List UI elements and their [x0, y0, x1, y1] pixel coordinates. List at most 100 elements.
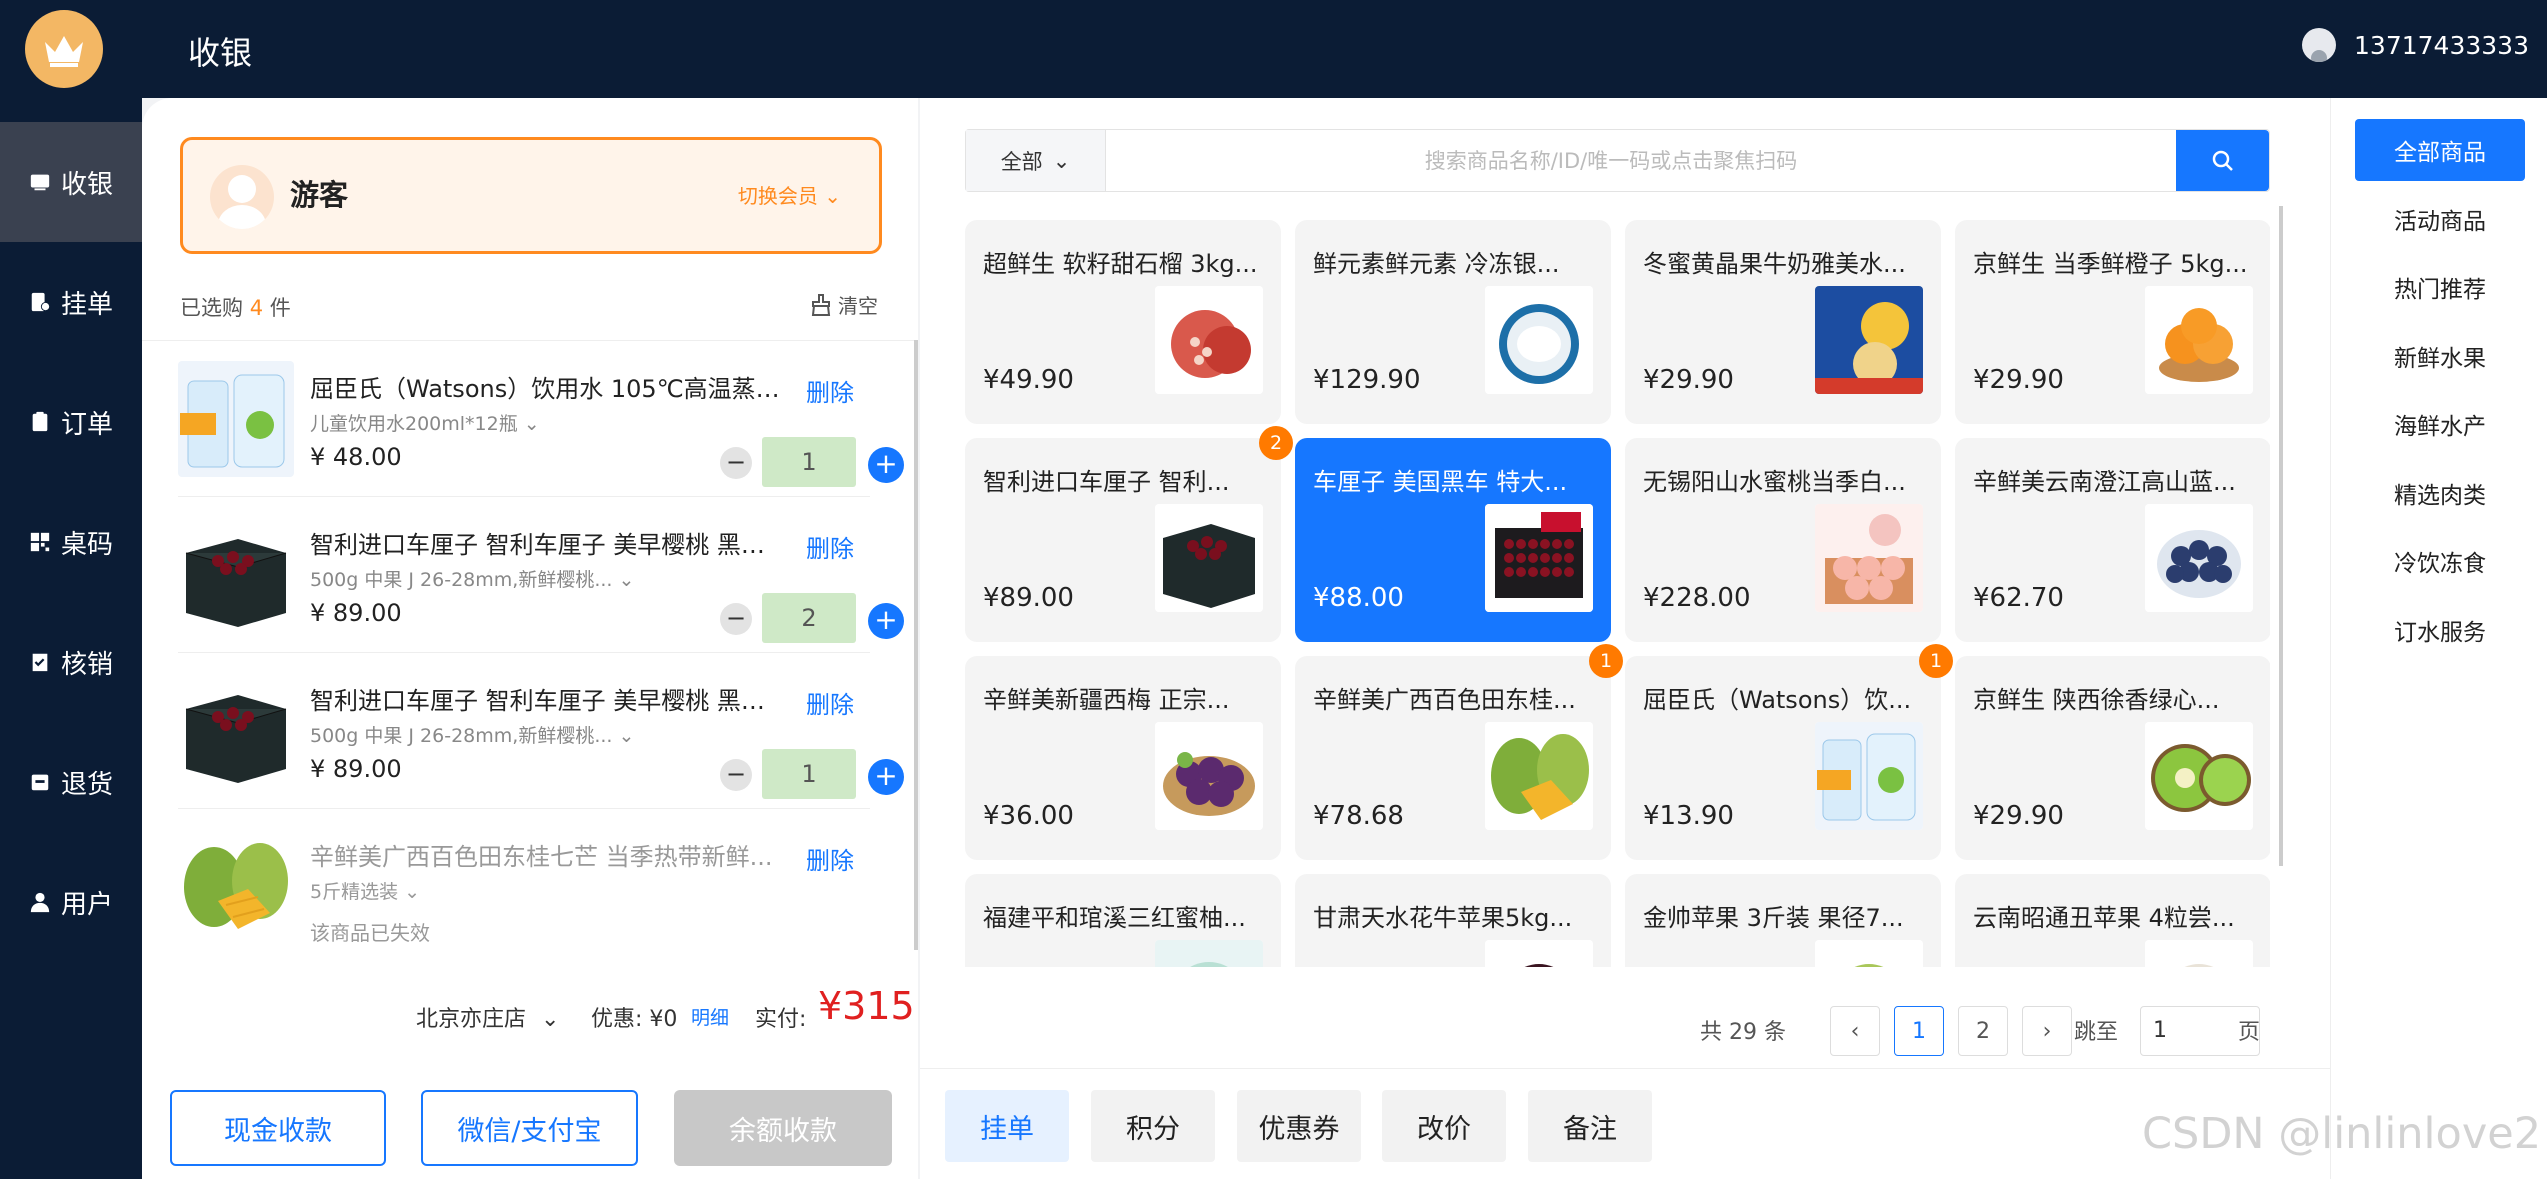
search-bar[interactable]: 全部 ⌄	[965, 129, 2270, 192]
cart-item-spec[interactable]: 儿童饮用水200ml*12瓶 ⌄	[310, 409, 540, 436]
product-title: 超鲜生 软籽甜石榴 3kg...	[983, 250, 1258, 278]
page-button-2[interactable]: 2	[1958, 1006, 2008, 1056]
spec-text: 儿童饮用水200ml*12瓶	[310, 413, 518, 435]
chevron-down-icon: ⌄	[618, 725, 635, 747]
qty-input[interactable]: 2	[762, 593, 856, 643]
switch-member-link[interactable]: 切换会员 ⌄	[738, 180, 841, 209]
sidebar-item-table-code[interactable]: 桌码	[0, 482, 142, 602]
category-all[interactable]: 全部商品	[2355, 119, 2525, 181]
product-card[interactable]: 京鲜生 当季鲜橙子 5kg... ¥29.90	[1955, 220, 2270, 424]
points-button[interactable]: 积分	[1091, 1090, 1215, 1162]
cart-item-spec[interactable]: 500g 中果 J 26-28mm,新鲜樱桃... ⌄	[310, 721, 634, 748]
cart-item[interactable]: 智利进口车厘子 智利车厘子 美早樱桃 黑珍... 500g 中果 J 26-28…	[178, 653, 904, 809]
product-card[interactable]: 无锡阳山水蜜桃当季白... ¥228.00	[1625, 438, 1941, 642]
chevron-down-icon: ⌄	[404, 881, 421, 903]
store-name: 北京亦庄店	[416, 1007, 527, 1032]
product-price: ¥49.90	[983, 365, 1074, 395]
qty-plus-button[interactable]: +	[868, 759, 904, 795]
product-card[interactable]: 冬蜜黄晶果牛奶雅美水... ¥29.90	[1625, 220, 1941, 424]
sidebar-item-cashier[interactable]: 收银	[0, 122, 142, 242]
product-card[interactable]: 金帅苹果 3斤装 果径7...	[1625, 874, 1941, 967]
category-fruit[interactable]: 新鲜水果	[2355, 325, 2525, 387]
note-button[interactable]: 备注	[1528, 1090, 1652, 1162]
qty-plus-button[interactable]: +	[868, 603, 904, 639]
discount-detail-link[interactable]: 明细	[691, 1003, 729, 1030]
clear-cart-button[interactable]: 清空	[810, 290, 878, 319]
product-price: ¥78.68	[1313, 801, 1404, 831]
store-select[interactable]: 北京亦庄店 ⌄	[416, 1001, 559, 1033]
category-seafood[interactable]: 海鲜水产	[2355, 393, 2525, 455]
member-card[interactable]: 游客 切换会员 ⌄	[180, 137, 882, 254]
discount-amount: 优惠: ¥0	[591, 1007, 678, 1032]
product-card[interactable]: 辛鲜美云南澄江高山蓝... ¥62.70	[1955, 438, 2270, 642]
user-avatar[interactable]	[2302, 28, 2337, 62]
switch-member-label: 切换会员	[737, 184, 818, 208]
pagination-total: 共 29 条	[1700, 1020, 1786, 1045]
cart-item[interactable]: 智利进口车厘子 智利车厘子 美早樱桃 黑珍... 500g 中果 J 26-28…	[178, 497, 904, 653]
category-water[interactable]: 订水服务	[2355, 599, 2525, 661]
crown-logo-icon	[25, 10, 103, 88]
order-icon	[32, 411, 48, 432]
sidebar-item-verify[interactable]: 核销	[0, 602, 142, 722]
search-category-select[interactable]: 全部 ⌄	[966, 130, 1106, 191]
category-frozen[interactable]: 冷饮冻食	[2355, 530, 2525, 592]
category-meat[interactable]: 精选肉类	[2355, 462, 2525, 524]
product-card[interactable]: 辛鲜美广西百色田东桂... ¥78.68	[1295, 656, 1611, 860]
user-info[interactable]: 13717433333	[2302, 28, 2529, 62]
qty-input[interactable]: 1	[762, 749, 856, 799]
cart-item-price: ¥ 89.00	[310, 755, 402, 783]
member-name: 游客	[290, 178, 349, 212]
delete-button[interactable]: 删除	[806, 529, 854, 564]
cash-payment-button[interactable]: 现金收款	[170, 1090, 386, 1166]
wechat-alipay-button[interactable]: 微信/支付宝	[421, 1090, 638, 1166]
cart-scrollbar[interactable]	[914, 340, 918, 950]
qty-minus-button[interactable]: −	[720, 603, 752, 635]
delete-button[interactable]: 删除	[806, 373, 854, 408]
cart-item-spec[interactable]: 5斤精选装 ⌄	[310, 877, 420, 904]
delete-button[interactable]: 删除	[806, 841, 854, 876]
sidebar-item-label: 收银	[60, 169, 113, 200]
sidebar-item-users[interactable]: 用户	[0, 842, 142, 962]
product-card[interactable]: 甘肃天水花牛苹果5kg...	[1295, 874, 1611, 967]
category-activity[interactable]: 活动商品	[2355, 188, 2525, 250]
product-price: ¥62.70	[1973, 583, 2064, 613]
product-card[interactable]: 超鲜生 软籽甜石榴 3kg... ¥49.90	[965, 220, 1281, 424]
product-card[interactable]: 智利进口车厘子 智利... ¥89.00	[965, 438, 1281, 642]
qty-input[interactable]: 1	[762, 437, 856, 487]
sidebar-item-label: 桌码	[60, 529, 113, 560]
cart-item[interactable]: 辛鲜美广西百色田东桂七芒 当季热带新鲜... 5斤精选装 ⌄ 该商品已失效 删除	[178, 809, 870, 950]
product-card[interactable]: 辛鲜美新疆西梅 正宗... ¥36.00	[965, 656, 1281, 860]
delete-button[interactable]: 删除	[806, 685, 854, 720]
qty-minus-button[interactable]: −	[720, 759, 752, 791]
sidebar-item-return[interactable]: 退货	[0, 722, 142, 842]
cart-item-price: ¥ 48.00	[310, 443, 402, 471]
prev-page-button[interactable]: ‹	[1830, 1006, 1880, 1056]
sidebar-item-hold[interactable]: 挂单	[0, 242, 142, 362]
qty-plus-button[interactable]: +	[868, 447, 904, 483]
hold-order-button[interactable]: 挂单	[945, 1090, 1069, 1162]
product-title: 云南昭通丑苹果 4粒尝...	[1973, 904, 2235, 932]
product-grid[interactable]: 超鲜生 软籽甜石榴 3kg... ¥49.90 鲜元素鲜元素 冷冻银... ¥1…	[965, 220, 2270, 967]
product-card[interactable]: 福建平和琯溪三红蜜柚...	[965, 874, 1281, 967]
qty-minus-button[interactable]: −	[720, 447, 752, 479]
next-page-button[interactable]: ›	[2022, 1006, 2072, 1056]
search-button[interactable]	[2176, 130, 2269, 191]
page-button-1[interactable]: 1	[1894, 1006, 1944, 1056]
cart-item[interactable]: 屈臣氏（Watsons）饮用水 105℃高温蒸馏... 儿童饮用水200ml*1…	[178, 341, 904, 497]
sidebar-item-orders[interactable]: 订单	[0, 362, 142, 482]
search-input[interactable]	[1116, 130, 2106, 191]
product-card[interactable]: 京鲜生 陕西徐香绿心... ¥29.90	[1955, 656, 2270, 860]
product-scrollbar[interactable]	[2279, 206, 2283, 866]
product-card[interactable]: 车厘子 美国黑车 特大... ¥88.00	[1295, 438, 1611, 642]
product-card[interactable]: 云南昭通丑苹果 4粒尝...	[1955, 874, 2270, 967]
selected-count-label: 已选购 4 件	[180, 292, 291, 322]
product-card[interactable]: 鲜元素鲜元素 冷冻银... ¥129.90	[1295, 220, 1611, 424]
page-title: 收银	[188, 34, 253, 72]
balance-payment-button[interactable]: 余额收款	[674, 1090, 892, 1166]
reprice-button[interactable]: 改价	[1382, 1090, 1506, 1162]
cart-item-spec[interactable]: 500g 中果 J 26-28mm,新鲜樱桃... ⌄	[310, 565, 634, 592]
product-card[interactable]: 屈臣氏（Watsons）饮... ¥13.90	[1625, 656, 1941, 860]
cart-list[interactable]: 屈臣氏（Watsons）饮用水 105℃高温蒸馏... 儿童饮用水200ml*1…	[142, 340, 918, 950]
coupon-button[interactable]: 优惠券	[1237, 1090, 1361, 1162]
category-hot[interactable]: 热门推荐	[2355, 256, 2525, 318]
